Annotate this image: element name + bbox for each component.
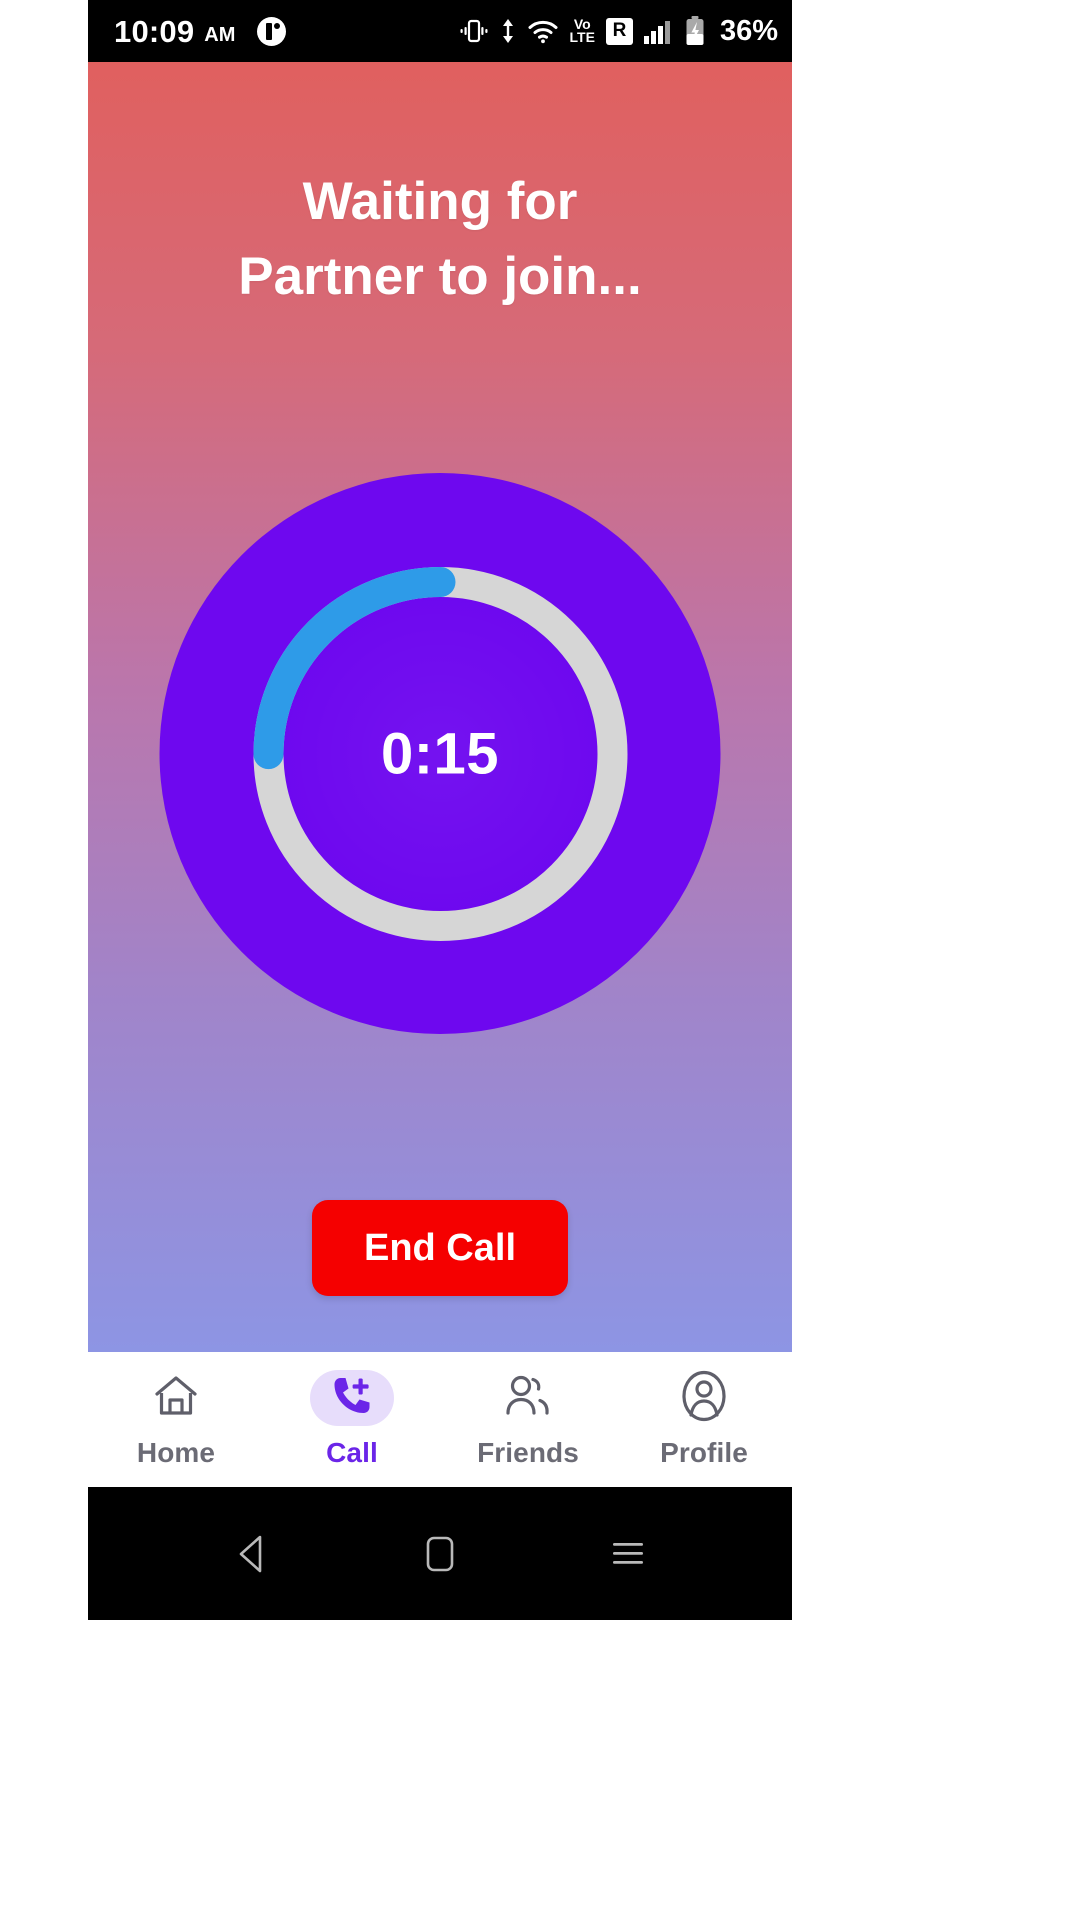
notification-app-icon: [257, 16, 287, 46]
home-square-icon[interactable]: [385, 1499, 495, 1609]
tab-friends-label: Friends: [477, 1437, 579, 1468]
page-title: Waiting for Partner to join...: [88, 164, 792, 315]
call-waiting-screen: Waiting for Partner to join... 0:15 End …: [88, 62, 792, 1352]
tab-profile[interactable]: Profile: [616, 1352, 792, 1487]
page-title-line2: Partner to join...: [238, 247, 642, 307]
roaming-icon-label: R: [612, 20, 627, 41]
wifi-icon: [527, 18, 559, 44]
phone-plus-icon: [328, 1372, 376, 1425]
end-call-button[interactable]: End Call: [311, 1200, 569, 1296]
status-bar-left: 10:09 AM: [114, 13, 287, 49]
tab-home-label: Home: [136, 1437, 216, 1468]
roaming-icon: R: [605, 17, 633, 45]
screen-root: 10:09 AM Vo LTE R 36% Waiting for Partne…: [0, 0, 1080, 1920]
status-bar-right: Vo LTE R 36%: [459, 16, 778, 46]
back-triangle-icon[interactable]: [197, 1499, 307, 1609]
phone-viewport: 10:09 AM Vo LTE R 36% Waiting for Partne…: [88, 0, 792, 1920]
home-icon: [152, 1373, 200, 1424]
tab-call[interactable]: Call: [264, 1352, 440, 1487]
vibrate-icon: [459, 18, 489, 44]
volte-icon-bottom: LTE: [569, 29, 595, 45]
recents-menu-icon[interactable]: [573, 1499, 683, 1609]
bottom-tab-bar: Home Call Friends Profile: [88, 1352, 792, 1487]
tab-call-iconbox: [310, 1370, 394, 1426]
tab-friends-iconbox: [486, 1370, 570, 1426]
tab-call-label: Call: [326, 1437, 378, 1468]
profile-icon: [680, 1370, 728, 1427]
call-timer: 0:15: [159, 473, 721, 1034]
tab-profile-label: Profile: [660, 1437, 748, 1468]
tab-home[interactable]: Home: [88, 1352, 264, 1487]
battery-percent-label: 36%: [719, 14, 778, 47]
page-title-line1: Waiting for: [302, 172, 578, 231]
people-icon: [502, 1373, 554, 1424]
android-nav-bar: [88, 1487, 792, 1620]
data-transfer-icon: [500, 18, 516, 44]
status-clock: 10:09: [114, 13, 195, 49]
timer-value: 0:15: [380, 721, 500, 786]
status-clock-ampm: AM: [204, 23, 236, 46]
volte-icon: Vo LTE: [569, 17, 595, 45]
status-bar: 10:09 AM Vo LTE R 36%: [88, 0, 792, 62]
tab-home-iconbox: [134, 1370, 218, 1426]
battery-charging-icon: [685, 16, 705, 46]
tab-profile-iconbox: [662, 1370, 746, 1426]
cellular-signal-icon: [643, 18, 674, 44]
tab-friends[interactable]: Friends: [440, 1352, 616, 1487]
